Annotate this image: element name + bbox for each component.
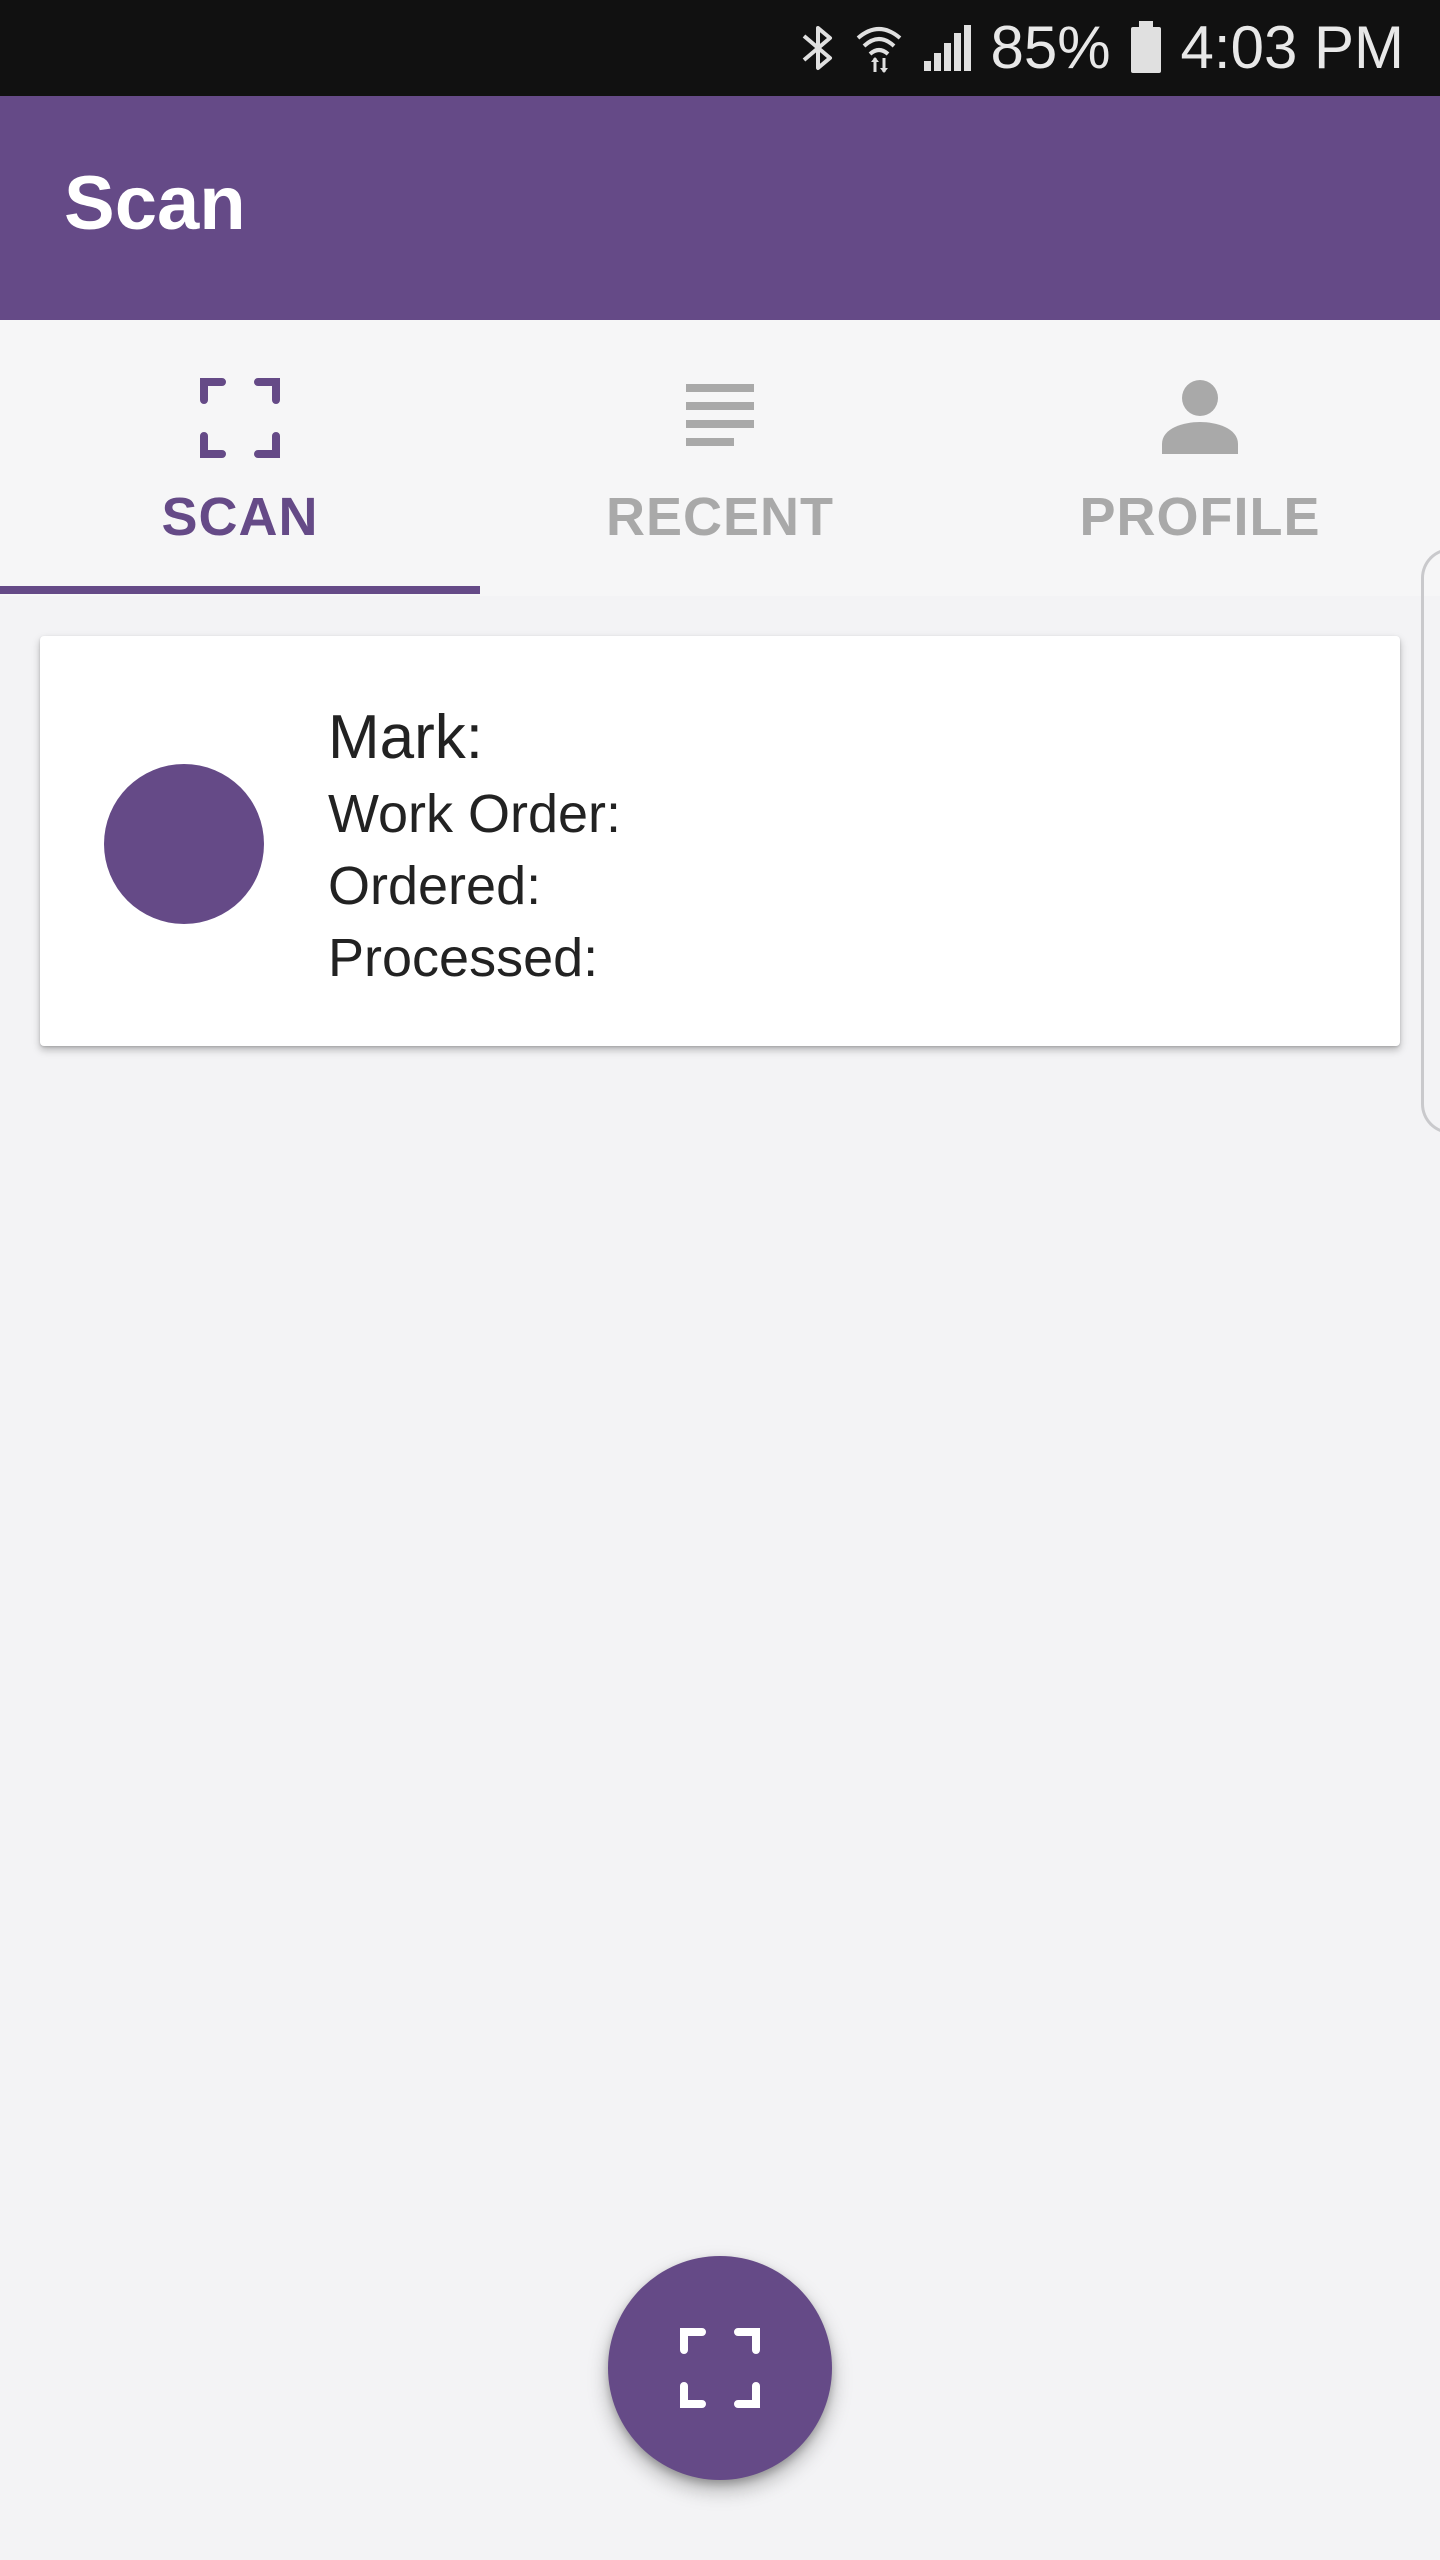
scan-fab-button[interactable] [608,2256,832,2480]
tab-bar: SCAN RECENT PROFILE [0,320,1440,596]
scan-frame-icon [200,378,280,458]
status-icons: 85% 4:03 PM [800,0,1404,96]
bluetooth-icon [800,22,836,74]
app-bar: Scan [0,96,1440,320]
scan-details: Mark: Work Order: Ordered: Processed: [328,698,621,994]
scan-frame-icon [680,2328,760,2408]
page-title: Scan [64,161,246,246]
active-tab-indicator [0,586,480,594]
status-bar: 85% 4:03 PM [0,0,1440,96]
avatar [104,764,264,924]
person-icon [1162,380,1238,454]
work-order-label: Work Order: [328,784,622,844]
scan-result-card: Mark: Work Order: Ordered: Processed: [40,636,1400,1046]
list-lines-icon [686,384,754,446]
ordered-label: Ordered: [328,856,542,916]
tab-recent[interactable]: RECENT [480,320,960,596]
edge-panel-handle[interactable] [1421,548,1440,1134]
processed-label: Processed: [328,928,599,988]
clock: 4:03 PM [1180,14,1404,81]
tab-label: RECENT [605,487,834,547]
tab-label: PROFILE [1079,487,1321,547]
battery-percent: 85% [990,14,1111,81]
signal-icon [922,23,972,73]
mark-label: Mark: [328,703,483,772]
tab-profile[interactable]: PROFILE [960,320,1440,596]
wifi-icon [854,22,904,74]
tab-label: SCAN [161,487,319,547]
tab-scan[interactable]: SCAN [0,320,480,596]
screen: 85% 4:03 PM Scan SCAN RECENT PROFILE Mar… [0,0,1440,2560]
battery-icon [1129,21,1163,75]
